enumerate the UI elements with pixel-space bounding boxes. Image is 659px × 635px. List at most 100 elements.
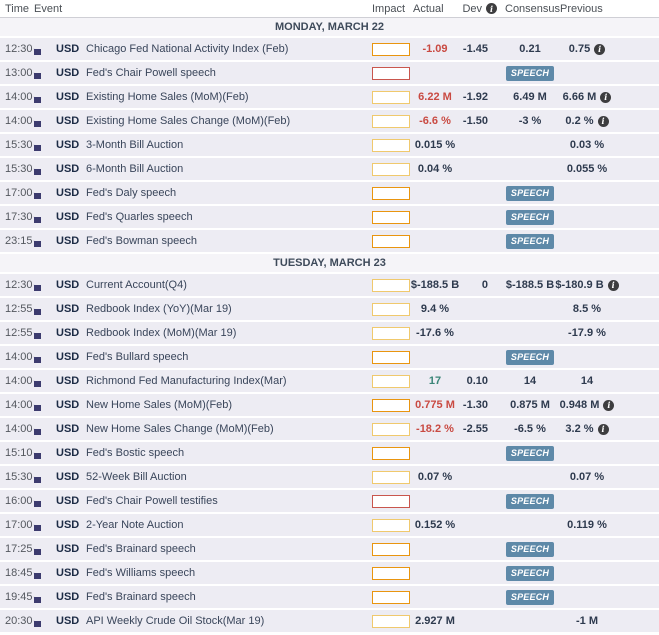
event-title: 2-Year Note Auction — [86, 519, 184, 531]
consensus-value: $-188.5 B — [505, 279, 555, 291]
table-row[interactable]: 15:30 USD 52-Week Bill Auction 0.07 % 0.… — [0, 466, 659, 490]
dev-value: 0 — [481, 279, 488, 291]
time-cell: 19:45 — [5, 591, 33, 603]
currency-label: USD — [56, 399, 80, 411]
table-row[interactable]: 12:30 USD Current Account(Q4) $-188.5 B … — [0, 274, 659, 298]
event-title: Fed's Brainard speech — [86, 543, 196, 555]
dev-value: -1.50 — [462, 115, 488, 127]
event-title: Existing Home Sales Change (MoM)(Feb) — [86, 115, 291, 127]
column-header-consensus: Consensus — [505, 2, 561, 15]
impact-bar — [372, 398, 410, 412]
table-row[interactable]: 17:25 USD Fed's Brainard speech SPEECH — [0, 538, 659, 562]
impact-bar — [372, 42, 410, 56]
table-row[interactable]: 17:00 USD 2-Year Note Auction 0.152 % 0.… — [0, 514, 659, 538]
currency-label: USD — [56, 615, 80, 627]
table-row[interactable]: 17:30 USD Fed's Quarles speech SPEECH — [0, 206, 659, 230]
previous-value: 6.66 M — [562, 91, 597, 103]
table-row[interactable]: 12:55 USD Redbook Index (MoM)(Mar 19) -1… — [0, 322, 659, 346]
info-icon[interactable]: i — [594, 43, 606, 55]
dev-value: -2.55 — [462, 423, 488, 435]
currency-label: USD — [56, 543, 80, 555]
table-row[interactable]: 14:00 USD Existing Home Sales (MoM)(Feb)… — [0, 86, 659, 110]
event-title: Redbook Index (MoM)(Mar 19) — [86, 327, 237, 339]
economic-calendar: Time Event Impact Actual Dev i Consensus… — [0, 0, 659, 634]
previous-value: 0.03 % — [569, 139, 605, 151]
currency-label: USD — [56, 375, 80, 387]
actual-value: 0.152 % — [414, 519, 456, 531]
table-row[interactable]: 14:00 USD New Home Sales (MoM)(Feb) 0.77… — [0, 394, 659, 418]
currency-label: USD — [56, 91, 80, 103]
impact-bar — [372, 350, 410, 364]
table-row[interactable]: 15:30 USD 6-Month Bill Auction 0.04 % 0.… — [0, 158, 659, 182]
speech-badge: SPEECH — [505, 589, 555, 605]
time-cell: 13:00 — [5, 67, 33, 79]
actual-value: -6.6 % — [419, 115, 451, 127]
time-cell: 12:30 — [5, 43, 33, 55]
day-header: MONDAY, MARCH 22 — [0, 18, 659, 38]
time-cell: 17:25 — [5, 543, 33, 555]
dev-value: -1.45 — [462, 43, 488, 55]
currency-label: USD — [56, 115, 80, 127]
column-header-row: Time Event Impact Actual Dev i Consensus… — [0, 0, 659, 18]
event-title: 3-Month Bill Auction — [86, 139, 184, 151]
table-row[interactable]: 14:00 USD Fed's Bullard speech SPEECH — [0, 346, 659, 370]
actual-value: 2.927 M — [415, 615, 455, 627]
table-row[interactable]: 13:00 USD Fed's Chair Powell speech SPEE… — [0, 62, 659, 86]
impact-bar — [372, 90, 410, 104]
previous-value: 0.055 % — [566, 163, 608, 175]
table-row[interactable]: 23:15 USD Fed's Bowman speech SPEECH — [0, 230, 659, 254]
impact-bar — [372, 614, 410, 628]
table-row[interactable]: 18:45 USD Fed's Williams speech SPEECH — [0, 562, 659, 586]
table-row[interactable]: 16:00 USD Fed's Chair Powell testifies S… — [0, 490, 659, 514]
day-header: TUESDAY, MARCH 23 — [0, 254, 659, 274]
impact-bar — [372, 186, 410, 200]
impact-bar — [372, 278, 410, 292]
currency-label: USD — [56, 423, 80, 435]
currency-label: USD — [56, 591, 80, 603]
impact-bar — [372, 374, 410, 388]
table-row[interactable]: 14:00 USD New Home Sales Change (MoM)(Fe… — [0, 418, 659, 442]
info-icon[interactable]: i — [600, 91, 612, 103]
table-row[interactable]: 15:30 USD 3-Month Bill Auction 0.015 % 0… — [0, 134, 659, 158]
consensus-value: -3 % — [518, 115, 542, 127]
speech-badge: SPEECH — [505, 541, 555, 557]
event-title: Fed's Quarles speech — [86, 211, 193, 223]
table-row[interactable]: 12:55 USD Redbook Index (YoY)(Mar 19) 9.… — [0, 298, 659, 322]
actual-value: -1.09 — [422, 43, 448, 55]
speech-badge: SPEECH — [505, 209, 555, 225]
dev-info-icon[interactable]: i — [486, 3, 497, 14]
consensus-value: -6.5 % — [514, 423, 546, 435]
currency-label: USD — [56, 163, 80, 175]
previous-value: 3.2 % — [565, 423, 594, 435]
table-row[interactable]: 14:00 USD Richmond Fed Manufacturing Ind… — [0, 370, 659, 394]
time-cell: 15:30 — [5, 163, 33, 175]
impact-bar — [372, 234, 410, 248]
time-cell: 12:55 — [5, 327, 33, 339]
dev-value: 0.10 — [466, 375, 488, 387]
dev-value: -1.30 — [462, 399, 488, 411]
speech-badge: SPEECH — [505, 565, 555, 581]
actual-value: $-188.5 B — [410, 279, 460, 291]
table-row[interactable]: 20:30 USD API Weekly Crude Oil Stock(Mar… — [0, 610, 659, 634]
column-header-time: Time — [5, 2, 30, 15]
time-cell: 17:00 — [5, 187, 33, 199]
table-row[interactable]: 15:10 USD Fed's Bostic speech SPEECH — [0, 442, 659, 466]
info-icon[interactable]: i — [607, 279, 619, 291]
impact-bar — [372, 422, 410, 436]
speech-badge: SPEECH — [505, 233, 555, 249]
info-icon[interactable]: i — [603, 399, 615, 411]
previous-value: 0.119 % — [567, 519, 607, 531]
table-row[interactable]: 14:00 USD Existing Home Sales Change (Mo… — [0, 110, 659, 134]
time-cell: 16:00 — [5, 495, 33, 507]
previous-value: -1 M — [576, 615, 598, 627]
table-row[interactable]: 19:45 USD Fed's Brainard speech SPEECH — [0, 586, 659, 610]
table-row[interactable]: 17:00 USD Fed's Daly speech SPEECH — [0, 182, 659, 206]
time-cell: 14:00 — [5, 351, 33, 363]
info-icon[interactable]: i — [597, 115, 609, 127]
info-icon[interactable]: i — [597, 423, 609, 435]
impact-bar — [372, 446, 410, 460]
table-row[interactable]: 12:30 USD Chicago Fed National Activity … — [0, 38, 659, 62]
speech-badge: SPEECH — [505, 65, 555, 81]
time-cell: 12:30 — [5, 279, 33, 291]
time-cell: 17:30 — [5, 211, 33, 223]
